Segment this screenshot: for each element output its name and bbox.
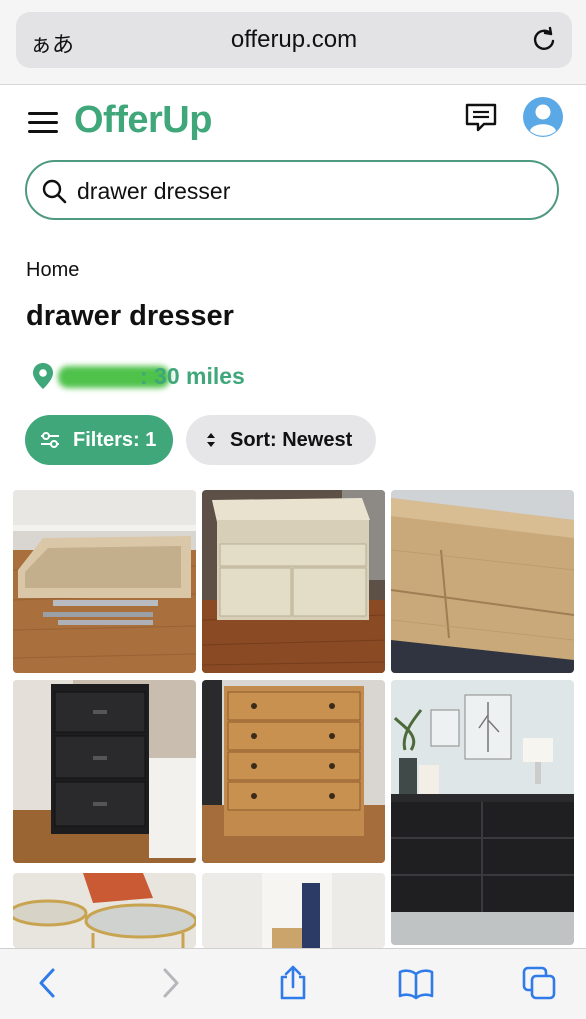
sort-arrows-icon bbox=[207, 433, 215, 447]
listing-image[interactable] bbox=[391, 490, 574, 673]
reload-icon[interactable] bbox=[530, 26, 558, 54]
sliders-icon bbox=[41, 432, 59, 448]
distance-label: : 30 miles bbox=[140, 363, 245, 389]
tabs-icon[interactable] bbox=[521, 965, 557, 1001]
address-bar[interactable]: ぁあ offerup.com bbox=[16, 12, 572, 68]
back-icon[interactable] bbox=[30, 965, 66, 1001]
browser-bottom-toolbar bbox=[0, 948, 586, 1019]
listing-image[interactable] bbox=[13, 680, 196, 863]
sort-label: Sort: Newest bbox=[230, 428, 353, 451]
share-icon[interactable] bbox=[275, 965, 311, 1001]
filters-label: Filters: 1 bbox=[73, 428, 157, 451]
url-text[interactable]: offerup.com bbox=[16, 26, 572, 54]
browser-top-bar: ぁあ offerup.com bbox=[0, 0, 586, 85]
location-pin-icon bbox=[33, 363, 53, 389]
bookmarks-icon[interactable] bbox=[398, 965, 434, 1001]
filters-button[interactable]: Filters: 1 bbox=[25, 415, 173, 465]
listing-image[interactable] bbox=[202, 490, 385, 673]
breadcrumb[interactable]: Home bbox=[26, 259, 79, 282]
avatar-icon[interactable] bbox=[522, 96, 564, 138]
forward-icon[interactable] bbox=[152, 965, 188, 1001]
search-icon bbox=[42, 179, 67, 204]
menu-icon[interactable] bbox=[28, 112, 58, 134]
page-title: drawer dresser bbox=[26, 300, 234, 332]
messages-icon[interactable] bbox=[464, 102, 498, 134]
offerup-logo[interactable]: OfferUp bbox=[74, 99, 212, 142]
listing-image[interactable] bbox=[202, 873, 385, 948]
listing-image[interactable] bbox=[13, 490, 196, 673]
listing-image[interactable] bbox=[391, 680, 574, 945]
sort-button[interactable]: Sort: Newest bbox=[186, 415, 376, 465]
search-input[interactable]: drawer dresser bbox=[25, 160, 559, 220]
listing-image[interactable] bbox=[202, 680, 385, 863]
search-query[interactable]: drawer dresser bbox=[77, 178, 230, 205]
listing-image[interactable] bbox=[13, 873, 196, 948]
